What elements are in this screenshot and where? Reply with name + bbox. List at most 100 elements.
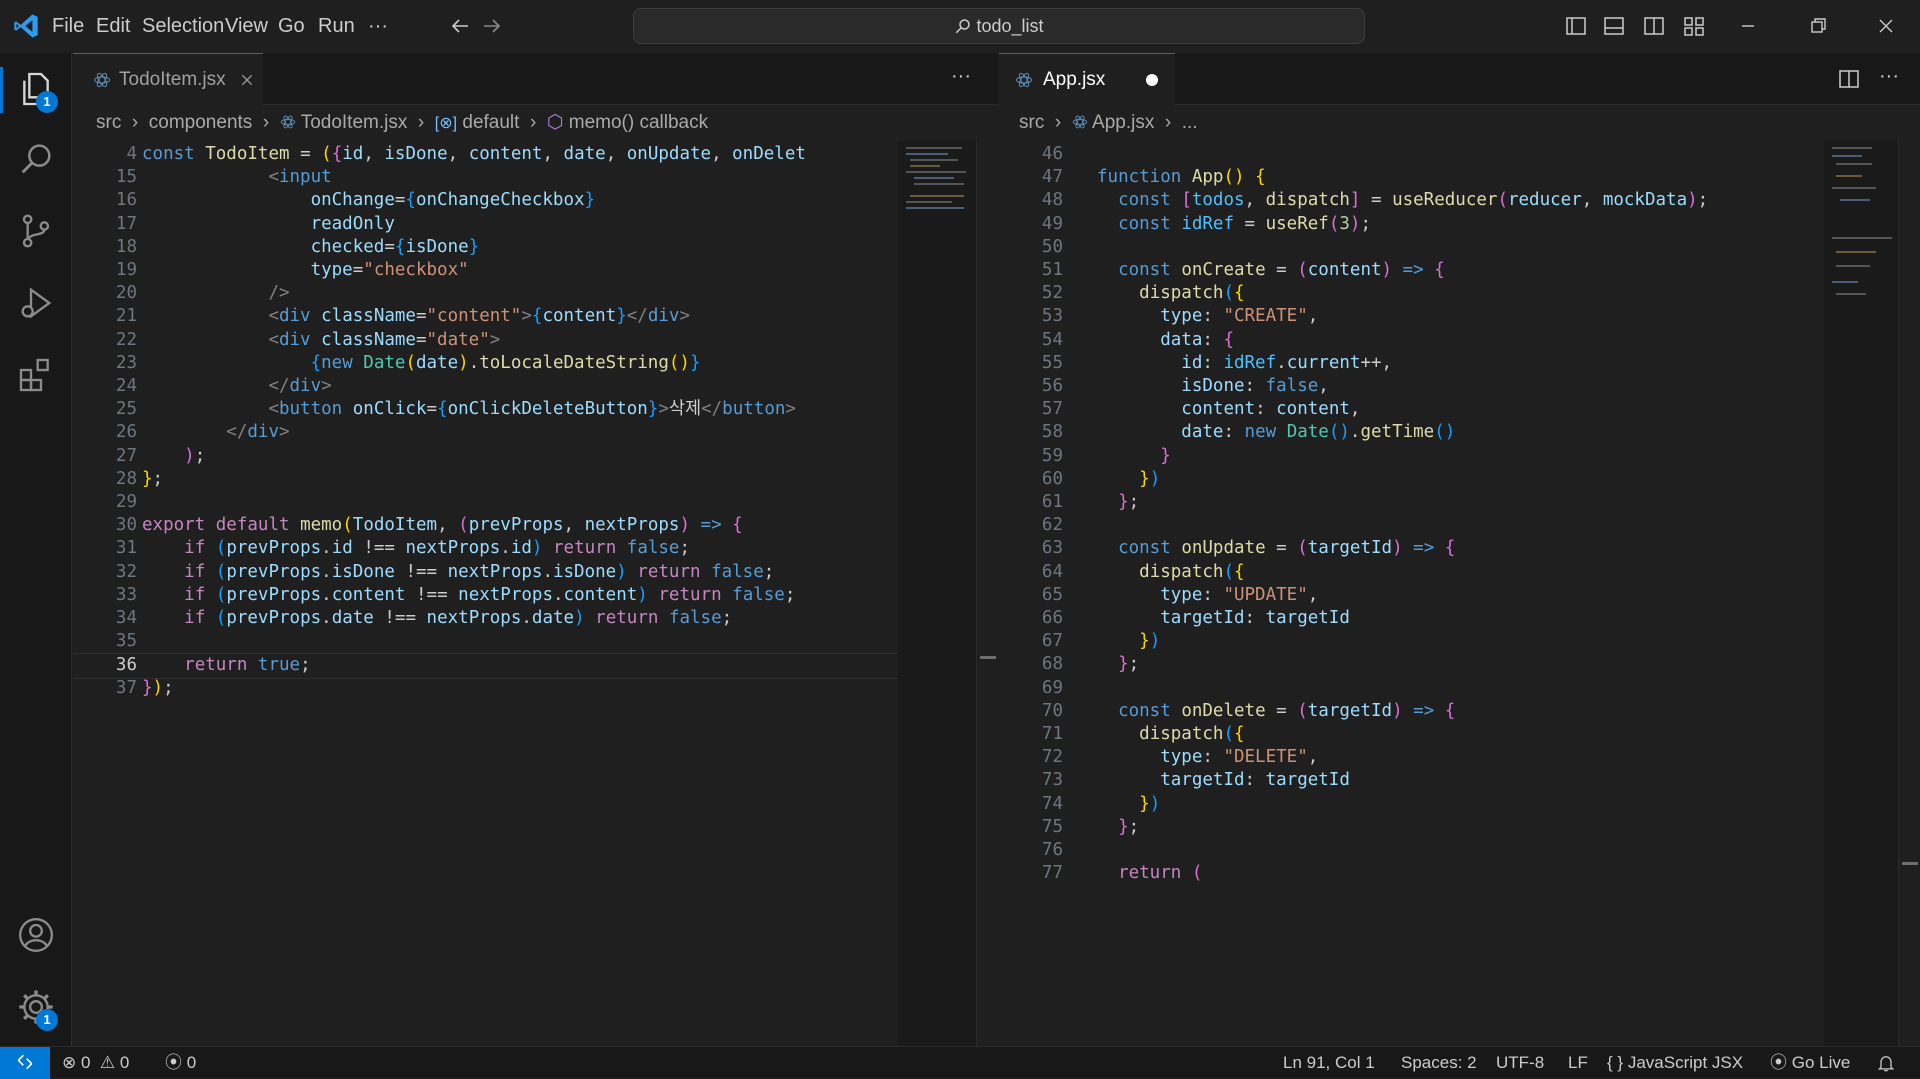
code-line[interactable]: 66 targetId: targetId bbox=[999, 607, 1824, 630]
code-line[interactable]: 56 isDone: false, bbox=[999, 375, 1824, 398]
end-of-line[interactable]: LF bbox=[1568, 1047, 1588, 1079]
menu-selection[interactable]: Selection bbox=[142, 0, 224, 53]
left-code-editor[interactable]: 4 const TodoItem = ({id, isDone, content,… bbox=[73, 141, 898, 1046]
code-line[interactable]: 26 </div> bbox=[73, 421, 898, 444]
breadcrumb-file[interactable]: TodoItem.jsx bbox=[301, 112, 408, 133]
toggle-panel-icon[interactable] bbox=[1602, 14, 1626, 38]
code-line[interactable]: 23 {new Date(date).toLocaleDateString()} bbox=[73, 352, 898, 375]
breadcrumb-src[interactable]: src bbox=[1019, 112, 1044, 133]
close-tab-icon[interactable] bbox=[239, 72, 255, 88]
code-line[interactable]: 21 <div className="content">{content}</d… bbox=[73, 305, 898, 328]
code-line[interactable]: 49 const idRef = useRef(3); bbox=[999, 213, 1824, 236]
left-minimap[interactable] bbox=[898, 141, 976, 1046]
code-line[interactable]: 76 bbox=[999, 839, 1824, 862]
code-line[interactable]: 73 targetId: targetId bbox=[999, 769, 1824, 792]
code-line[interactable]: 27 ); bbox=[73, 445, 898, 468]
breadcrumb-default[interactable]: default bbox=[462, 112, 519, 133]
right-minimap[interactable] bbox=[1824, 141, 1898, 1046]
code-line[interactable]: 71 dispatch({ bbox=[999, 723, 1824, 746]
extensions-icon[interactable] bbox=[16, 355, 56, 395]
code-line[interactable]: 65 type: "UPDATE", bbox=[999, 584, 1824, 607]
menu-file[interactable]: File bbox=[52, 0, 84, 53]
code-line[interactable]: 68 }; bbox=[999, 653, 1824, 676]
right-code-editor[interactable]: 46 47 function App() {48 const [todos, dis… bbox=[999, 141, 1824, 1046]
split-editor-icon[interactable] bbox=[1837, 67, 1861, 91]
code-line[interactable]: 29 bbox=[73, 491, 898, 514]
code-line[interactable]: 75 }; bbox=[999, 816, 1824, 839]
code-line[interactable]: 28}; bbox=[73, 468, 898, 491]
right-scrollbar[interactable] bbox=[1898, 141, 1920, 1046]
code-line[interactable]: 67 }) bbox=[999, 630, 1824, 653]
code-line[interactable]: 58 date: new Date().getTime() bbox=[999, 421, 1824, 444]
go-live-button[interactable]: ⦿ Go Live bbox=[1770, 1047, 1850, 1079]
code-line[interactable]: 69 bbox=[999, 677, 1824, 700]
search-icon[interactable] bbox=[16, 139, 56, 179]
indentation[interactable]: Spaces: 2 bbox=[1401, 1047, 1477, 1079]
customize-layout-icon[interactable] bbox=[1682, 14, 1706, 38]
close-window-icon[interactable] bbox=[1874, 14, 1898, 38]
code-line[interactable]: 18 checked={isDone} bbox=[73, 236, 898, 259]
code-line[interactable]: 46 bbox=[999, 143, 1824, 166]
code-line[interactable]: 35 bbox=[73, 630, 898, 653]
code-line[interactable]: 61 }; bbox=[999, 491, 1824, 514]
breadcrumb-file[interactable]: App.jsx bbox=[1092, 112, 1154, 133]
breadcrumb-src[interactable]: src bbox=[96, 112, 121, 133]
code-line[interactable]: 30 export default memo(TodoItem, (prevPro… bbox=[73, 514, 898, 537]
code-line[interactable]: 62 bbox=[999, 514, 1824, 537]
right-more-actions[interactable]: ··· bbox=[1879, 53, 1899, 105]
code-line[interactable]: 55 id: idRef.current++, bbox=[999, 352, 1824, 375]
code-line[interactable]: 51 const onCreate = (content) => { bbox=[999, 259, 1824, 282]
code-line[interactable]: 19 type="checkbox" bbox=[73, 259, 898, 282]
tab-todoitem-jsx[interactable]: TodoItem.jsx bbox=[73, 53, 263, 106]
code-line[interactable]: 63 const onUpdate = (targetId) => { bbox=[999, 537, 1824, 560]
back-arrow-icon[interactable] bbox=[448, 14, 472, 38]
run-debug-icon[interactable] bbox=[16, 283, 56, 323]
code-line[interactable]: 64 dispatch({ bbox=[999, 561, 1824, 584]
code-line[interactable]: 15 <input bbox=[73, 166, 898, 189]
code-line[interactable]: 74 }) bbox=[999, 793, 1824, 816]
breadcrumb-callback[interactable]: memo() callback bbox=[569, 112, 708, 133]
language-mode[interactable]: { } JavaScript JSX bbox=[1607, 1047, 1743, 1079]
forward-arrow-icon[interactable] bbox=[480, 14, 504, 38]
breadcrumb-ellipsis[interactable]: ... bbox=[1182, 112, 1198, 133]
code-line[interactable]: 52 dispatch({ bbox=[999, 282, 1824, 305]
ports-indicator[interactable]: ⦿ 0 bbox=[165, 1047, 196, 1079]
problems-indicator[interactable]: ⊗ 0 ⚠ 0 bbox=[62, 1047, 129, 1079]
menu-edit[interactable]: Edit bbox=[96, 0, 130, 53]
tab-app-jsx[interactable]: App.jsx bbox=[999, 53, 1175, 106]
code-line[interactable]: 25 <button onClick={onClickDeleteButton}… bbox=[73, 398, 898, 421]
code-line[interactable]: 72 type: "DELETE", bbox=[999, 746, 1824, 769]
left-more-actions[interactable]: ··· bbox=[951, 53, 971, 105]
code-line[interactable]: 60 }) bbox=[999, 468, 1824, 491]
remote-indicator[interactable] bbox=[0, 1047, 50, 1079]
menu-view[interactable]: View bbox=[225, 0, 268, 53]
code-line[interactable]: 59 } bbox=[999, 445, 1824, 468]
unsaved-dot-icon[interactable] bbox=[1146, 74, 1158, 86]
code-line[interactable]: 34 if (prevProps.date !== nextProps.date… bbox=[73, 607, 898, 630]
command-center-search[interactable]: todo_list bbox=[633, 8, 1365, 44]
breadcrumb-components[interactable]: components bbox=[149, 112, 253, 133]
code-line[interactable]: 4 const TodoItem = ({id, isDone, content,… bbox=[73, 143, 898, 166]
code-line[interactable]: 31 if (prevProps.id !== nextProps.id) re… bbox=[73, 537, 898, 560]
toggle-secondary-sidebar-icon[interactable] bbox=[1642, 14, 1666, 38]
code-line[interactable]: 54 data: { bbox=[999, 329, 1824, 352]
code-line[interactable]: 57 content: content, bbox=[999, 398, 1824, 421]
code-line[interactable]: 17 readOnly bbox=[73, 213, 898, 236]
account-icon[interactable] bbox=[16, 915, 56, 955]
code-line[interactable]: 33 if (prevProps.content !== nextProps.c… bbox=[73, 584, 898, 607]
code-line[interactable]: 77 return ( bbox=[999, 862, 1824, 885]
minimize-icon[interactable] bbox=[1736, 14, 1760, 38]
menu-run[interactable]: Run bbox=[318, 0, 355, 53]
toggle-primary-sidebar-icon[interactable] bbox=[1564, 14, 1588, 38]
menu-more[interactable]: ··· bbox=[368, 0, 388, 53]
restore-icon[interactable] bbox=[1806, 14, 1830, 38]
code-line[interactable]: 47 function App() { bbox=[999, 166, 1824, 189]
code-line[interactable]: 48 const [todos, dispatch] = useReducer(… bbox=[999, 189, 1824, 212]
code-line[interactable]: 53 type: "CREATE", bbox=[999, 305, 1824, 328]
code-line[interactable]: 22 <div className="date"> bbox=[73, 329, 898, 352]
source-control-icon[interactable] bbox=[16, 211, 56, 251]
notification-bell-icon[interactable] bbox=[1876, 1053, 1896, 1073]
code-line[interactable]: 20 /> bbox=[73, 282, 898, 305]
code-line[interactable]: 32 if (prevProps.isDone !== nextProps.is… bbox=[73, 561, 898, 584]
code-line[interactable]: 24 </div> bbox=[73, 375, 898, 398]
